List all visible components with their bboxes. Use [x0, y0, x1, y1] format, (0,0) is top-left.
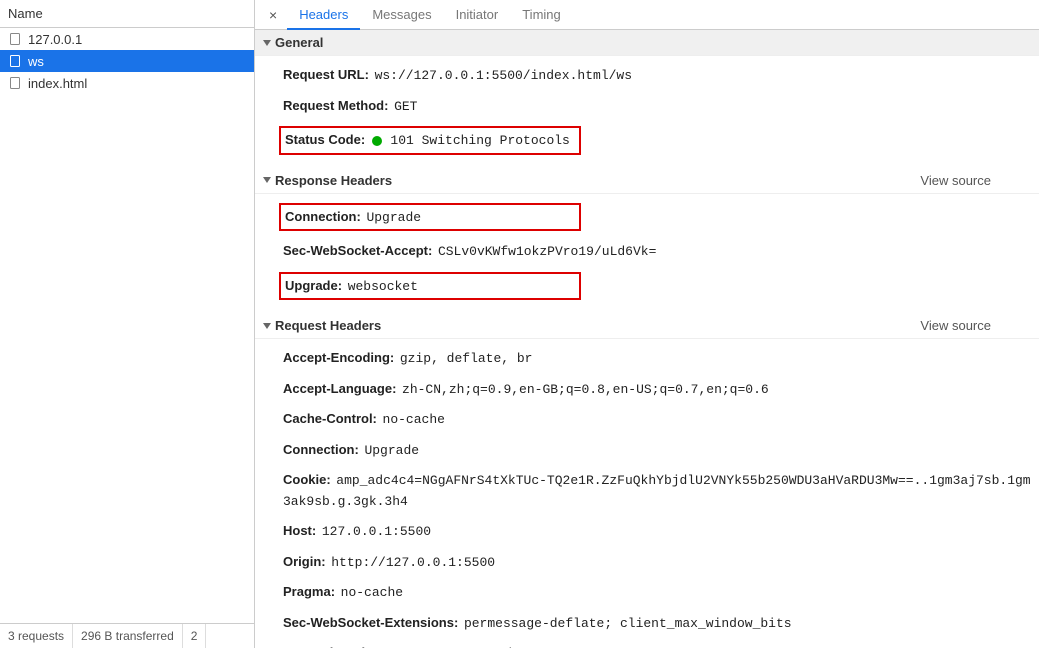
section-general[interactable]: General	[255, 30, 1039, 56]
host-row: Host: 127.0.0.1:5500	[255, 516, 1039, 547]
tab-bar: × Headers Messages Initiator Timing	[255, 0, 1039, 30]
value: GET	[394, 99, 417, 114]
value: ws://127.0.0.1:5500/index.html/ws	[375, 68, 632, 83]
value: 101 Switching Protocols	[390, 133, 569, 148]
section-label: Response Headers	[275, 173, 392, 188]
value: Upgrade	[366, 210, 421, 225]
section-label: General	[275, 35, 323, 50]
sidebar-footer: 3 requests 296 B transferred 2	[0, 623, 254, 648]
pragma-row: Pragma: no-cache	[255, 577, 1039, 608]
connection-row: Connection: Upgrade	[255, 435, 1039, 466]
request-row[interactable]: index.html	[0, 72, 254, 94]
chevron-down-icon	[263, 40, 271, 46]
transferred-size: 296 B transferred	[73, 624, 183, 648]
request-row[interactable]: 127.0.0.1	[0, 28, 254, 50]
section-label: Request Headers	[275, 318, 381, 333]
label: Status Code:	[285, 132, 365, 147]
value: Upgrade	[364, 443, 419, 458]
value: websocket	[348, 279, 418, 294]
cookie-row: Cookie: amp_adc4c4=NGgAFNrS4tXkTUc-TQ2e1…	[255, 465, 1039, 516]
document-icon	[8, 76, 22, 90]
document-icon	[8, 32, 22, 46]
upgrade-row: Upgrade: websocket	[255, 267, 1039, 306]
label: Pragma:	[283, 584, 335, 599]
document-icon	[8, 54, 22, 68]
status-dot-icon	[372, 136, 382, 146]
accept-encoding-row: Accept-Encoding: gzip, deflate, br	[255, 343, 1039, 374]
status-code-row: Status Code: 101 Switching Protocols	[255, 121, 1039, 160]
value: http://127.0.0.1:5500	[331, 555, 495, 570]
highlight-annotation: Status Code: 101 Switching Protocols	[279, 126, 581, 155]
tab-headers[interactable]: Headers	[287, 1, 360, 30]
sec-ws-accept-row: Sec-WebSocket-Accept: CSLv0vKWfw1okzPVro…	[255, 236, 1039, 267]
request-name: index.html	[28, 76, 87, 91]
close-icon[interactable]: ×	[259, 7, 287, 23]
sidebar-header: Name	[0, 0, 254, 28]
value: amp_adc4c4=NGgAFNrS4tXkTUc-TQ2e1R.ZzFuQk…	[283, 473, 1031, 509]
label: Cookie:	[283, 472, 331, 487]
label: Accept-Language:	[283, 381, 396, 396]
tab-timing[interactable]: Timing	[510, 1, 573, 28]
request-list: 127.0.0.1 ws index.html	[0, 28, 254, 623]
label: Sec-WebSocket-Accept:	[283, 243, 432, 258]
chevron-down-icon	[263, 323, 271, 329]
view-source-link[interactable]: View source	[920, 173, 1031, 188]
request-name: 127.0.0.1	[28, 32, 82, 47]
value: permessage-deflate; client_max_window_bi…	[464, 616, 792, 631]
origin-row: Origin: http://127.0.0.1:5500	[255, 547, 1039, 578]
highlight-annotation: Connection: Upgrade	[279, 203, 581, 232]
value: zh-CN,zh;q=0.9,en-GB;q=0.8,en-US;q=0.7,e…	[402, 382, 769, 397]
label: Upgrade:	[285, 278, 342, 293]
request-url-row: Request URL: ws://127.0.0.1:5500/index.h…	[255, 60, 1039, 91]
section-response-headers[interactable]: Response Headers View source	[255, 168, 1039, 194]
section-request-headers[interactable]: Request Headers View source	[255, 313, 1039, 339]
requests-count: 3 requests	[0, 624, 73, 648]
chevron-down-icon	[263, 177, 271, 183]
tab-initiator[interactable]: Initiator	[444, 1, 511, 28]
label: Accept-Encoding:	[283, 350, 394, 365]
value: CSLv0vKWfw1okzPVro19/uLd6Vk=	[438, 244, 656, 259]
cache-control-row: Cache-Control: no-cache	[255, 404, 1039, 435]
request-row[interactable]: ws	[0, 50, 254, 72]
value: no-cache	[341, 585, 403, 600]
accept-language-row: Accept-Language: zh-CN,zh;q=0.9,en-GB;q=…	[255, 374, 1039, 405]
view-source-link[interactable]: View source	[920, 318, 1031, 333]
label: Host:	[283, 523, 316, 538]
response-rows: Connection: Upgrade Sec-WebSocket-Accept…	[255, 194, 1039, 314]
label: Connection:	[285, 209, 361, 224]
request-rows: Accept-Encoding: gzip, deflate, br Accep…	[255, 339, 1039, 648]
sec-ws-ext-row: Sec-WebSocket-Extensions: permessage-def…	[255, 608, 1039, 639]
general-rows: Request URL: ws://127.0.0.1:5500/index.h…	[255, 56, 1039, 168]
connection-row: Connection: Upgrade	[255, 198, 1039, 237]
value: no-cache	[383, 412, 445, 427]
footer-extra: 2	[183, 624, 207, 648]
label: Sec-WebSocket-Extensions:	[283, 615, 458, 630]
label: Request URL:	[283, 67, 369, 82]
label: Cache-Control:	[283, 411, 377, 426]
highlight-annotation: Upgrade: websocket	[279, 272, 581, 301]
tab-messages[interactable]: Messages	[360, 1, 443, 28]
main-panel: × Headers Messages Initiator Timing Gene…	[255, 0, 1039, 648]
request-name: ws	[28, 54, 44, 69]
request-method-row: Request Method: GET	[255, 91, 1039, 122]
value: gzip, deflate, br	[400, 351, 533, 366]
network-sidebar: Name 127.0.0.1 ws index.html 3 requests …	[0, 0, 255, 648]
sec-ws-key-row: Sec-WebSocket-Key: zcqaHRPW76Rdr1VCQG+CL…	[255, 638, 1039, 648]
label: Connection:	[283, 442, 359, 457]
value: 127.0.0.1:5500	[322, 524, 431, 539]
headers-content: General Request URL: ws://127.0.0.1:5500…	[255, 30, 1039, 648]
label: Origin:	[283, 554, 326, 569]
label: Request Method:	[283, 98, 388, 113]
